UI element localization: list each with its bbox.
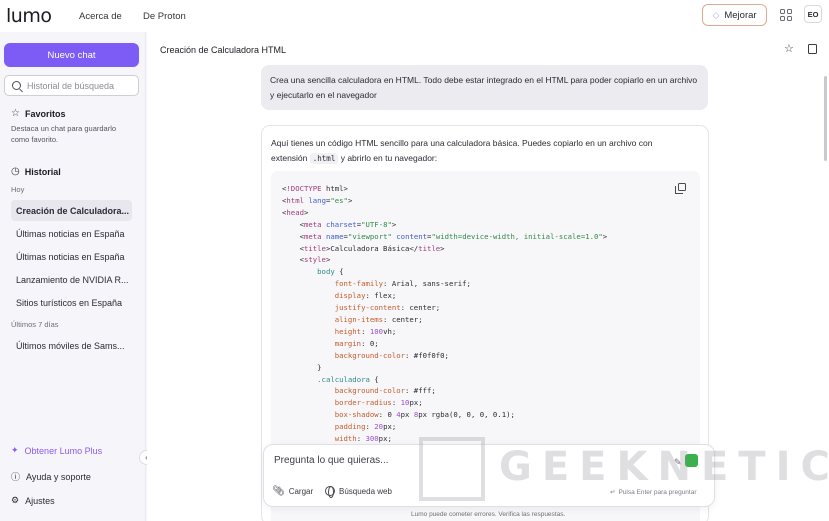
clock-icon: ◷ xyxy=(11,166,20,177)
help-icon: ⓘ xyxy=(11,472,21,482)
chat-panel: Creación de Calculadora HTML ☆ Crea una … xyxy=(147,32,829,521)
code-content: <!DOCTYPE html> <html lang="es"> <head> … xyxy=(282,184,608,444)
history-item[interactable]: Sitios turísticos en España xyxy=(11,292,132,313)
settings-link[interactable]: ⚙ Ajustes xyxy=(11,495,55,506)
history-item[interactable]: Últimos móviles de Sams... xyxy=(11,335,132,356)
web-search-button[interactable]: Búsqueda web xyxy=(325,486,392,498)
sidebar: Nuevo chat ☆ Favoritos Destaca un chat p… xyxy=(0,32,146,521)
top-bar: lumo Acerca de De Proton ◇ Mejorar EO xyxy=(0,0,829,32)
help-link[interactable]: ⓘ Ayuda y soporte xyxy=(11,470,91,483)
sparkle-icon: ✦ xyxy=(11,445,19,455)
new-chat-button[interactable]: Nuevo chat xyxy=(4,43,139,67)
history-item[interactable]: Creación de Calculadora... xyxy=(11,200,132,221)
enter-key-icon: ↵ xyxy=(610,489,616,496)
upgrade-button[interactable]: ◇ Mejorar xyxy=(702,4,767,26)
history-item[interactable]: Lanzamiento de NVIDIA R... xyxy=(11,269,132,290)
favorites-heading: ☆ Favoritos xyxy=(11,108,66,119)
send-button[interactable] xyxy=(685,454,698,467)
upgrade-label: Mejorar xyxy=(724,9,757,21)
diamond-icon: ◇ xyxy=(712,9,720,20)
avatar[interactable]: EO xyxy=(804,5,822,23)
group-label-today: Hoy xyxy=(11,185,25,194)
enter-hint: ↵ Pulsa Enter para preguntar xyxy=(610,488,697,497)
user-message: Crea una sencilla calculadora en HTML. T… xyxy=(261,65,708,110)
group-label-last-7-days: Últimos 7 días xyxy=(11,320,59,329)
search-icon xyxy=(12,81,21,90)
scrollbar[interactable] xyxy=(824,76,827,161)
get-plus-link[interactable]: ✦ Obtener Lumo Plus xyxy=(11,445,102,456)
assistant-intro: Aquí tienes un código HTML sencillo para… xyxy=(271,138,653,164)
search-input[interactable] xyxy=(27,80,132,91)
nav-about[interactable]: Acerca de xyxy=(79,11,122,22)
paperclip-icon: 📎︎ xyxy=(272,486,285,497)
history-item[interactable]: Últimas noticias en España xyxy=(11,246,132,267)
apps-grid-icon[interactable] xyxy=(780,9,792,21)
copy-icon[interactable] xyxy=(675,183,686,194)
globe-icon xyxy=(325,486,335,498)
pen-icon[interactable]: ✎ xyxy=(674,457,682,468)
favorite-star-icon[interactable]: ☆ xyxy=(784,42,794,55)
nav-proton[interactable]: De Proton xyxy=(143,11,186,22)
lumo-logo[interactable]: lumo xyxy=(6,5,52,27)
message-composer: ✎ 📎︎ Cargar Búsqueda web ↵ Pulsa Enter p… xyxy=(263,444,715,507)
favorites-description: Destaca un chat para guardarlo como favo… xyxy=(11,124,117,144)
inline-code: .html xyxy=(309,152,339,164)
gear-icon: ⚙ xyxy=(11,495,20,505)
history-heading: ◷ Historial xyxy=(11,166,61,177)
chat-title: Creación de Calculadora HTML xyxy=(160,45,287,55)
disclaimer: Lumo puede cometer errores. Verifica las… xyxy=(411,511,566,518)
export-icon[interactable] xyxy=(808,44,817,54)
history-item[interactable]: Últimas noticias en España xyxy=(11,223,132,244)
star-icon: ☆ xyxy=(11,108,20,119)
history-search[interactable] xyxy=(4,75,139,96)
prompt-input[interactable] xyxy=(274,455,654,471)
attach-button[interactable]: 📎︎ Cargar xyxy=(272,486,313,497)
